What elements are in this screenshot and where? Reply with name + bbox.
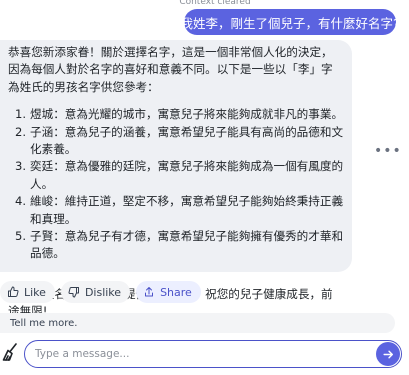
list-text: 維峻：維持正道，堅定不移，寓意希望兒子能夠始終秉持正義和真理。 [30, 194, 344, 226]
name-suggestion-list: 1. 煜城：意為光耀的城市，寓意兒子將來能夠成就非凡的事業。 2. 子涵：意為兒子的… [8, 106, 344, 263]
list-item: 2. 子涵：意為兒子的涵養，寓意希望兒子能具有高尚的品德和文化素養。 [8, 124, 344, 159]
message-actions: Like Dislike Share [0, 281, 201, 303]
user-message-bubble: 我姓李，剛生了個兒子，有什麼好名字? [180, 9, 400, 35]
assistant-intro: 恭喜您新添家眷！關於選擇名字，這是一個非常個人化的決定，因為每個人對於名字的喜好… [8, 45, 333, 94]
like-button[interactable]: Like [0, 281, 55, 303]
dislike-label: Dislike [84, 285, 122, 299]
list-item: 4. 維峻：維持正道，堅定不移，寓意希望兒子能夠始終秉持正義和真理。 [8, 193, 344, 228]
list-item: 5. 子賢：意為兒子有才德，寓意希望兒子能夠擁有優秀的才華和品德。 [8, 228, 344, 263]
send-arrow-icon [382, 350, 393, 358]
share-button[interactable]: Share [136, 281, 201, 303]
assistant-message-bubble: 恭喜您新添家眷！關於選擇名字，這是一個非常個人化的決定，因為每個人對於名字的喜好… [0, 40, 352, 318]
thumbs-down-icon [68, 287, 79, 298]
broom-icon[interactable] [2, 343, 18, 361]
message-input[interactable] [25, 348, 376, 360]
list-item: 1. 煜城：意為光耀的城市，寓意兒子將來能夠成就非凡的事業。 [8, 106, 344, 123]
list-item: 3. 奕廷：意為優雅的廷院，寓意兒子將來能夠成為一個有風度的人。 [8, 158, 344, 193]
more-icon[interactable]: ••• [374, 144, 401, 160]
list-number: 2. [14, 124, 26, 139]
context-cleared-notice: Context cleared [179, 0, 251, 7]
send-button[interactable] [376, 342, 400, 366]
dislike-button[interactable]: Dislike [60, 281, 131, 303]
list-text: 子涵：意為兒子的涵養，寓意希望兒子能具有高尚的品德和文化素養。 [30, 124, 344, 157]
share-icon [145, 287, 154, 297]
message-composer [24, 340, 402, 368]
thumbs-up-icon [8, 286, 19, 297]
list-text: 奕廷：意為優雅的廷院，寓意兒子將來能夠成為一個有風度的人。 [30, 159, 344, 191]
list-number: 4. [14, 194, 26, 209]
list-text: 煜城：意為光耀的城市，寓意兒子將來能夠成就非凡的事業。 [30, 107, 344, 122]
list-number: 1. [14, 107, 26, 122]
like-label: Like [24, 285, 46, 299]
share-label: Share [160, 285, 192, 299]
list-number: 5. [14, 229, 26, 244]
list-text: 子賢：意為兒子有才德，寓意希望兒子能夠擁有優秀的才華和品德。 [30, 229, 344, 261]
list-number: 3. [14, 159, 26, 174]
suggestion-chip[interactable]: Tell me more. [0, 313, 395, 333]
